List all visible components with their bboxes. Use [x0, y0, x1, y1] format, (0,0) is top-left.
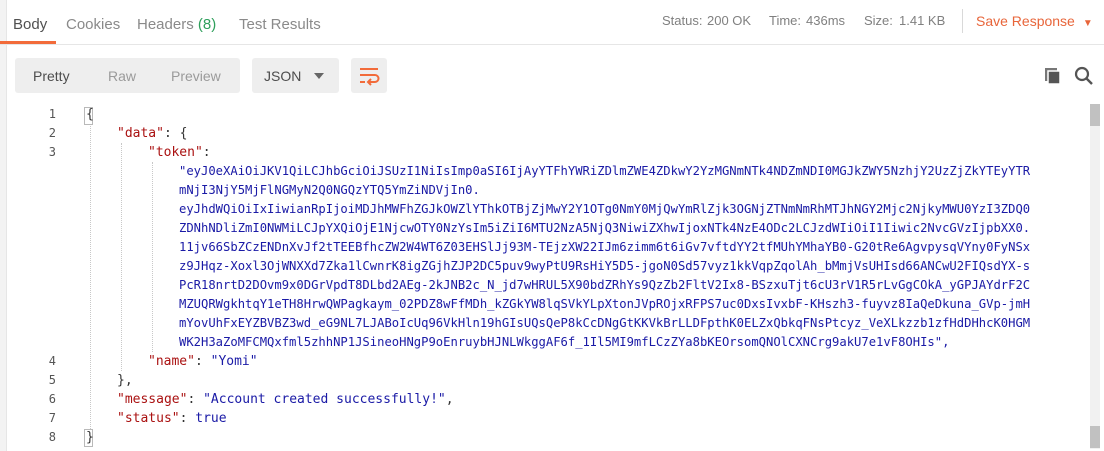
save-response-label: Save Response: [976, 13, 1075, 29]
vertical-scrollbar[interactable]: [1090, 104, 1100, 449]
token-line: WK2H3aZoMFCMQxfml5zhhNP1JSineoHNgP9oEnru…: [179, 335, 950, 349]
code-text: :: [194, 354, 211, 369]
tab-cookies[interactable]: Cookies: [66, 16, 120, 33]
view-mode-group: Pretty Raw Preview: [15, 58, 240, 93]
left-panel-edge: [0, 0, 7, 451]
dropdown-arrow-icon: [314, 73, 324, 79]
token-line: ZDNhNDliZmI0NWMiLCJpYXQiOjE1NjcwOTY0NzYs…: [179, 221, 1031, 235]
code-line: }: [86, 428, 94, 447]
tab-body[interactable]: Body: [13, 16, 47, 33]
code-line: "data": {: [117, 124, 187, 143]
line-number: 8: [48, 430, 56, 444]
code-line: "name": "Yomi": [148, 352, 258, 371]
tab-test-results[interactable]: Test Results: [239, 16, 321, 33]
code-text: }: [86, 430, 94, 445]
code-text: },: [117, 373, 133, 388]
indent-guide: [90, 124, 91, 429]
preview-view-button[interactable]: Preview: [171, 68, 221, 84]
json-key: "token": [148, 145, 203, 160]
headers-count-badge: (8): [197, 16, 217, 33]
tab-headers-label: Headers: [137, 16, 194, 33]
line-number: 3: [48, 145, 56, 159]
code-text: :: [202, 145, 211, 160]
code-line: "message": "Account created successfully…: [117, 390, 454, 409]
copy-button[interactable]: [1043, 66, 1063, 86]
json-key: "message": [117, 392, 188, 407]
active-tab-indicator: [0, 41, 56, 44]
save-response-button[interactable]: Save Response ▼: [976, 13, 1093, 29]
json-key: "data": [117, 126, 164, 141]
code-line: {: [86, 105, 94, 124]
json-string: "Account created successfully!": [203, 392, 446, 407]
search-button[interactable]: [1073, 65, 1095, 87]
format-select[interactable]: JSON: [252, 58, 339, 93]
wrap-lines-button[interactable]: [351, 58, 387, 93]
search-icon: [1074, 66, 1093, 85]
token-line: z9JHqz-Xoxl3OjWNXXd7Zka1lCwnrK8igZGjhZJP…: [179, 259, 1031, 273]
json-boolean: true: [195, 411, 227, 426]
line-number: 2: [48, 126, 56, 140]
line-number: 1: [48, 107, 56, 121]
token-line: 11jv66SbZCzENDnXvJf2tTEEBfhcZW2W4WT6Z03E…: [179, 240, 1031, 254]
json-key: "name": [148, 354, 195, 369]
status-label: Status:: [662, 13, 703, 28]
response-tabs: Body Cookies Headers (8) Test Results St…: [0, 0, 1104, 45]
line-number: 7: [48, 411, 56, 425]
token-line: mNjI3NjY5MjFlNGMyN2Q0NGQzYTQ5YmZiNDVjIn0…: [179, 183, 480, 197]
copy-icon: [1045, 68, 1061, 85]
size-label: Size:: [864, 13, 893, 28]
raw-view-button[interactable]: Raw: [108, 68, 136, 84]
code-text: :: [187, 392, 204, 407]
format-select-value: JSON: [264, 68, 302, 84]
scrollbar-thumb[interactable]: [1090, 426, 1100, 448]
time-value: 436ms: [806, 13, 846, 28]
token-line: PcR18nrtD2DOvm9x0DGrVpdT8DLbd2AEg-2kJNB2…: [179, 278, 1031, 292]
code-text: :: [179, 411, 196, 426]
pretty-view-button[interactable]: Pretty: [33, 68, 70, 84]
size-value: 1.41 KB: [899, 13, 946, 28]
tab-headers[interactable]: Headers (8): [137, 16, 216, 33]
token-line: MZUQRWgkhtqY1eTH8HrwQWPagkaym_02PDZ8wFfM…: [179, 297, 1031, 311]
indent-guide: [121, 143, 122, 371]
status-value: 200 OK: [707, 13, 752, 28]
code-line: },: [117, 371, 133, 390]
line-number: 4: [48, 354, 56, 368]
json-string: "Yomi": [210, 354, 258, 369]
code-text: ,: [445, 392, 454, 407]
token-line: "eyJ0eXAiOiJKV1QiLCJhbGciOiJSUzI1NiIsImp…: [179, 164, 1031, 178]
divider: [962, 9, 963, 33]
wrap-lines-icon: [360, 68, 380, 86]
json-key: "status": [117, 411, 180, 426]
chevron-down-icon: ▼: [1082, 18, 1093, 29]
code-line: "status": true: [117, 409, 227, 428]
code-text: {: [86, 107, 94, 122]
code-line: "token":: [148, 143, 211, 162]
token-line: mYovUhFxEYZBVBZ3wd_eG9NL7LJABoIcUq96VkHl…: [179, 316, 1031, 330]
code-text: : {: [163, 126, 188, 141]
token-line: eyJhdWQiOiIxIiwianRpIjoiMDJhMWFhZGJkOWZl…: [179, 202, 1031, 216]
line-number: 6: [48, 392, 56, 406]
indent-guide: [152, 162, 153, 352]
time-label: Time:: [769, 13, 802, 28]
line-number: 5: [48, 373, 56, 387]
scrollbar-thumb[interactable]: [1090, 104, 1100, 126]
